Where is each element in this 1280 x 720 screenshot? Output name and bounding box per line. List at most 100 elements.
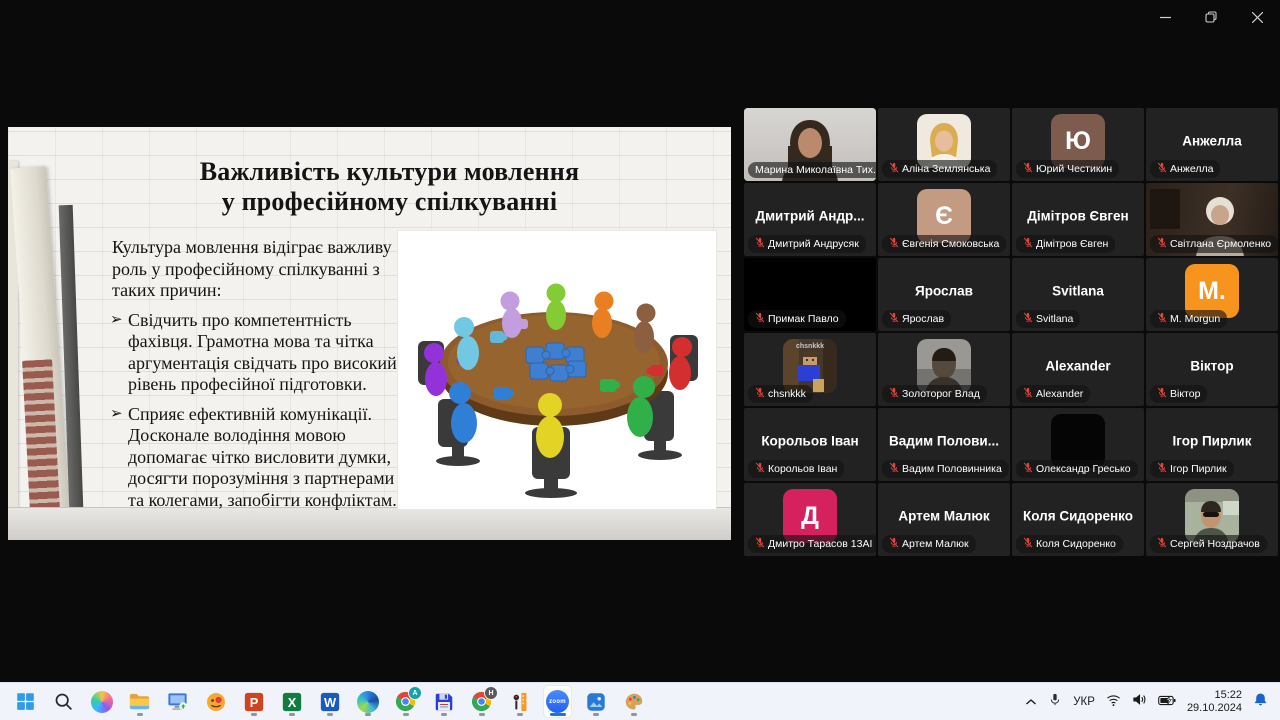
running-indicator [630, 713, 637, 716]
muted-mic-icon [889, 162, 899, 176]
participants-grid: Марина Миколаївна Тих... Аліна Землянська… [744, 108, 1278, 558]
taskbar-icons: P X W A Hzoom [0, 686, 647, 717]
tray-notification-bell-icon[interactable] [1253, 692, 1268, 712]
tray-battery-icon[interactable] [1158, 693, 1176, 711]
participant-name-label: Світлана Єрмоленко [1150, 235, 1278, 253]
taskbar-education-app-icon[interactable] [506, 686, 533, 717]
taskbar-start-icon[interactable] [12, 686, 39, 717]
restore-button[interactable] [1188, 0, 1234, 34]
participant-tile[interactable]: Марина Миколаївна Тих... [744, 108, 876, 181]
participant-tile[interactable]: M. M. Morgun [1146, 258, 1278, 331]
close-button[interactable] [1234, 0, 1280, 34]
participant-name-text: Віктор [1170, 388, 1201, 400]
participant-name-text: Svitlana [1036, 313, 1074, 325]
system-tray: УКР 15:22 29.10.2024 [1025, 689, 1280, 714]
tray-language-indicator[interactable]: УКР [1073, 696, 1095, 708]
participant-name-label: Ігор Пирлик [1150, 460, 1234, 478]
participant-display-name: Віктор [1190, 358, 1234, 374]
svg-text:chsnkkk: chsnkkk [796, 343, 824, 350]
participant-name-label: chsnkkk [748, 385, 813, 403]
muted-mic-icon [755, 237, 765, 251]
participant-tile[interactable]: Вадим Полови... Вадим Половинника [878, 408, 1010, 481]
participant-tile[interactable]: Є Євгенія Смоковська [878, 183, 1010, 256]
participant-display-name: Анжелла [1182, 133, 1242, 149]
bullet-marker: ➢ [110, 405, 123, 422]
participant-name-label: Анжелла [1150, 160, 1221, 178]
taskbar-word-icon[interactable]: W [316, 686, 343, 717]
running-indicator [250, 713, 257, 716]
taskbar-this-pc-icon[interactable] [164, 686, 191, 717]
participant-name-text: Юрий Честикин [1036, 163, 1113, 175]
participant-name-text: Корольов Іван [768, 463, 838, 475]
participant-tile[interactable]: Примак Павло [744, 258, 876, 331]
taskbar-edge-icon[interactable] [354, 686, 381, 717]
tray-volume-icon[interactable] [1132, 693, 1147, 711]
taskbar-photos-icon[interactable] [582, 686, 609, 717]
participant-name-label: Ярослав [882, 310, 952, 328]
participant-tile[interactable]: Корольов Іван Корольов Іван [744, 408, 876, 481]
participant-tile[interactable]: Сергей Ноздрачов [1146, 483, 1278, 556]
taskbar-file-explorer-icon[interactable] [126, 686, 153, 717]
participant-display-name: Alexander [1045, 358, 1111, 374]
participant-name-text: Анжелла [1170, 163, 1214, 175]
chrome-profile-badge: H [484, 686, 498, 700]
participant-tile[interactable]: Світлана Єрмоленко [1146, 183, 1278, 256]
taskbar-search-icon[interactable] [50, 686, 77, 717]
taskbar-excel-icon[interactable]: X [278, 686, 305, 717]
participant-tile[interactable]: Коля Сидоренко Коля Сидоренко [1012, 483, 1144, 556]
running-indicator [549, 713, 566, 716]
taskbar: P X W A Hzoom УКР 15:22 29.10.2024 [0, 682, 1280, 720]
participant-name-text: Ярослав [902, 313, 945, 325]
participant-tile[interactable]: Анжелла Анжелла [1146, 108, 1278, 181]
participant-tile[interactable]: Ю Юрий Честикин [1012, 108, 1144, 181]
tray-chevron-up-icon[interactable] [1025, 693, 1037, 711]
muted-mic-icon [755, 462, 765, 476]
svg-text:X: X [287, 695, 296, 710]
running-indicator [136, 713, 143, 716]
participant-tile[interactable]: Олександр Гресько [1012, 408, 1144, 481]
tray-microphone-icon[interactable] [1048, 692, 1062, 712]
taskbar-paint-icon[interactable] [620, 686, 647, 717]
muted-mic-icon [889, 387, 899, 401]
participant-name-text: Коля Сидоренко [1036, 538, 1116, 550]
taskbar-image-viewer-icon[interactable] [202, 686, 229, 717]
participant-tile[interactable]: Дімітров Євген Дімітров Євген [1012, 183, 1144, 256]
taskbar-zoom-icon[interactable]: zoom [544, 686, 571, 717]
minimize-button[interactable] [1142, 0, 1188, 34]
chrome-profile-badge: A [408, 686, 422, 700]
participant-tile[interactable]: Ігор Пирлик Ігор Пирлик [1146, 408, 1278, 481]
participant-name-label: Корольов Іван [748, 460, 845, 478]
participant-name-text: Дімітров Євген [1036, 238, 1109, 250]
participant-display-name: Ярослав [915, 283, 973, 299]
tray-wifi-icon[interactable] [1106, 693, 1121, 711]
muted-mic-icon [1023, 162, 1033, 176]
participant-tile[interactable]: Золоторог Влад [878, 333, 1010, 406]
participant-tile[interactable]: Віктор Віктор [1146, 333, 1278, 406]
taskbar-copilot-icon[interactable] [88, 686, 115, 717]
muted-mic-icon [1157, 162, 1167, 176]
participant-tile[interactable]: Аліна Землянська [878, 108, 1010, 181]
participant-tile[interactable]: Артем Малюк Артем Малюк [878, 483, 1010, 556]
taskbar-chrome-profile-a-icon[interactable]: A [392, 686, 422, 717]
participant-tile[interactable]: Ярослав Ярослав [878, 258, 1010, 331]
tray-clock[interactable]: 15:22 29.10.2024 [1187, 689, 1242, 714]
participant-name-label: Alexander [1016, 385, 1091, 403]
tray-date: 29.10.2024 [1186, 701, 1242, 714]
participant-tile[interactable]: Alexander Alexander [1012, 333, 1144, 406]
participant-tile[interactable]: Дмитрий Андр... Дмитрий Андрусяк [744, 183, 876, 256]
participant-tile[interactable]: Svitlana Svitlana [1012, 258, 1144, 331]
participant-name-text: Світлана Єрмоленко [1170, 238, 1272, 250]
participant-display-name: Корольов Іван [761, 433, 859, 449]
taskbar-powerpoint-icon[interactable]: P [240, 686, 267, 717]
muted-mic-icon [889, 312, 899, 326]
taskbar-save-app-icon[interactable] [430, 686, 457, 717]
muted-mic-icon [889, 537, 899, 551]
participant-name-label: Віктор [1150, 385, 1208, 403]
participant-tile[interactable]: Д Дмитро Тарасов 13АІ [744, 483, 876, 556]
taskbar-chrome-profile-h-icon[interactable]: H [468, 686, 498, 717]
participant-display-name: Вадим Полови... [889, 433, 999, 449]
participant-tile[interactable]: chsnkkk chsnkkk [744, 333, 876, 406]
participant-name-text: Євгенія Смоковська [902, 238, 1000, 250]
muted-mic-icon [889, 237, 899, 251]
running-indicator [402, 713, 409, 716]
